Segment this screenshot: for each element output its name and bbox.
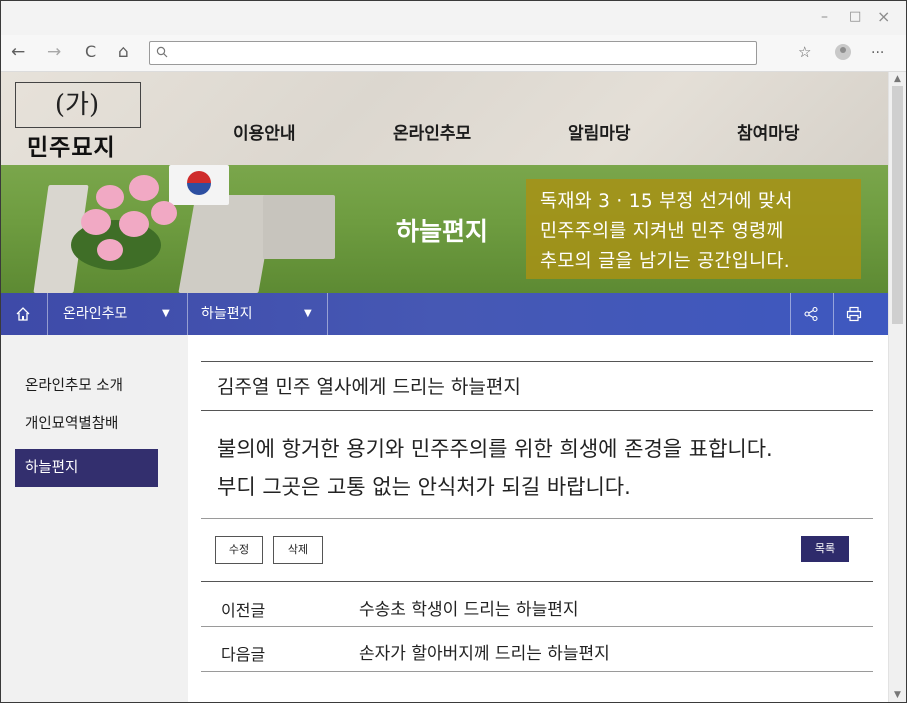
divider [201, 626, 873, 627]
divider [327, 293, 328, 335]
breadcrumb-level2[interactable]: 하늘편지 [201, 293, 253, 335]
maximize-button[interactable]: □ [849, 9, 861, 25]
print-icon[interactable] [846, 306, 862, 322]
home-icon[interactable]: ⌂ [118, 43, 129, 61]
minimize-button[interactable]: – [821, 9, 828, 25]
browser-toolbar: ← → C ⌂ ☆ ··· [1, 35, 906, 72]
post-title: 김주열 민주 열사에게 드리는 하늘편지 [217, 376, 521, 398]
post-body-line: 불의에 항거한 용기와 민주주의를 위한 희생에 존경을 표합니다. [217, 437, 773, 461]
sidebar-item-sky-letter[interactable]: 하늘편지 [15, 449, 158, 487]
scroll-up-icon[interactable]: ▲ [894, 74, 901, 84]
sidebar-item-grave-visit[interactable]: 개인묘역별참배 [15, 405, 158, 443]
favorites-icon[interactable]: ☆ [798, 43, 811, 61]
post-body-line: 부디 그곳은 고통 없는 안식처가 되길 바랍니다. [217, 475, 631, 499]
scroll-down-icon[interactable]: ▼ [894, 690, 901, 700]
hero-banner: 하늘편지 독재와 3 · 15 부정 선거에 맞서 민주주의를 지켜낸 민주 영… [1, 165, 888, 293]
flower-image [96, 185, 124, 209]
location-bar: 온라인추모 ▼ 하늘편지 ▼ [1, 293, 888, 335]
flower-image [81, 209, 111, 235]
menu-item-notice[interactable]: 알림마당 [568, 119, 631, 144]
web-page: (가) 민주묘지 이용안내 온라인추모 알림마당 참여마당 하늘편지 독재와 3… [1, 72, 888, 702]
post-view: 김주열 민주 열사에게 드리는 하늘편지 불의에 항거한 용기와 민주주의를 위… [201, 335, 873, 702]
site-header: (가) 민주묘지 이용안내 온라인추모 알림마당 참여마당 [1, 72, 888, 165]
divider [833, 293, 834, 335]
divider [187, 293, 188, 335]
divider [790, 293, 791, 335]
edit-button[interactable]: 수정 [215, 536, 263, 564]
page-scrollbar[interactable]: ▲ ▼ [888, 72, 906, 702]
reload-icon[interactable]: C [85, 43, 96, 61]
next-post-label: 다음글 [221, 645, 266, 664]
sidebar-item-intro[interactable]: 온라인추모 소개 [15, 367, 158, 405]
back-icon[interactable]: ← [11, 43, 25, 61]
close-button[interactable]: × [877, 9, 890, 25]
korean-flag-image [169, 165, 229, 205]
menu-item-guide[interactable]: 이용안내 [233, 119, 296, 144]
site-logo-name[interactable]: 민주묘지 [27, 128, 116, 162]
prev-post-label: 이전글 [221, 601, 266, 620]
banner-description-line: 독재와 3 · 15 부정 선거에 맞서 [540, 191, 793, 212]
banner-description-line: 추모의 글을 남기는 공간입니다. [540, 251, 790, 272]
scrollbar-thumb[interactable] [892, 86, 903, 324]
next-post-link[interactable]: 손자가 할아버지께 드리는 하늘편지 [359, 639, 610, 664]
profile-avatar[interactable] [835, 44, 851, 60]
logo-label: (가) [54, 90, 100, 120]
prev-post-link[interactable]: 수송초 학생이 드리는 하늘편지 [359, 595, 579, 620]
divider [201, 518, 873, 519]
divider [201, 581, 873, 582]
gravestone-image [263, 195, 335, 259]
menu-item-participation[interactable]: 참여마당 [737, 119, 800, 144]
gravestone-image [178, 195, 276, 293]
chevron-down-icon[interactable]: ▼ [162, 293, 170, 335]
divider [201, 671, 873, 672]
sidebar: 온라인추모 소개 개인묘역별참배 하늘편지 [1, 335, 188, 702]
address-bar[interactable] [149, 41, 757, 65]
divider [47, 293, 48, 335]
flower-image [97, 239, 123, 261]
banner-title: 하늘편지 [396, 217, 489, 246]
chevron-down-icon[interactable]: ▼ [304, 293, 312, 335]
more-menu-icon[interactable]: ··· [871, 44, 884, 62]
banner-description-line: 민주주의를 지켜낸 민주 영령께 [540, 221, 784, 242]
flower-image [151, 201, 177, 225]
list-button[interactable]: 목록 [801, 536, 849, 562]
browser-window: – □ × ← → C ⌂ ☆ ··· (가) 민주묘지 이용안내 온라인추모 … [0, 0, 907, 703]
home-icon[interactable] [15, 306, 31, 322]
search-icon [156, 46, 168, 58]
flower-image [129, 175, 159, 201]
menu-item-online-memorial[interactable]: 온라인추모 [393, 119, 471, 144]
title-bar: – □ × [1, 1, 906, 35]
forward-icon[interactable]: → [47, 43, 61, 61]
divider [201, 410, 873, 411]
breadcrumb-level1[interactable]: 온라인추모 [63, 293, 127, 335]
divider [201, 361, 873, 362]
banner-description: 독재와 3 · 15 부정 선거에 맞서 민주주의를 지켜낸 민주 영령께 추모… [526, 179, 861, 279]
share-icon[interactable] [803, 306, 819, 322]
delete-button[interactable]: 삭제 [273, 536, 323, 564]
flower-image [119, 211, 149, 237]
